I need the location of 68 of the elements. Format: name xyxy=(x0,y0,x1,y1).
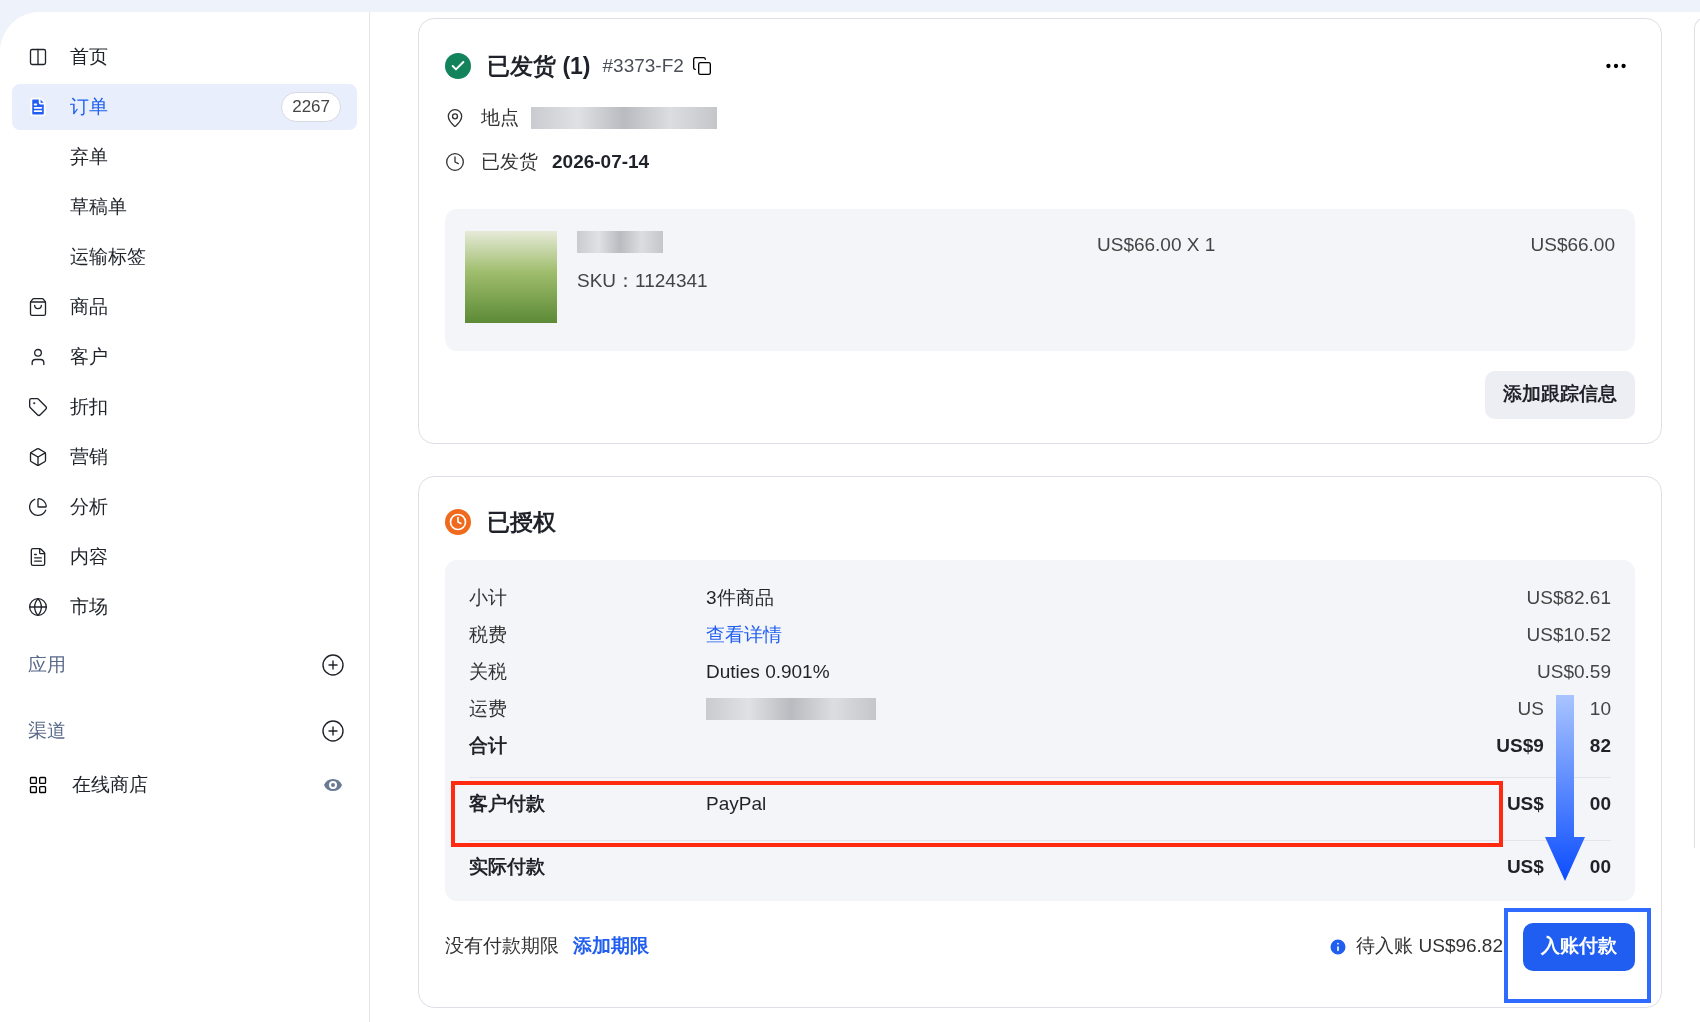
nav-item[interactable]: 分析 xyxy=(12,484,357,530)
nav-item[interactable]: 弃单 xyxy=(12,134,357,180)
details-link[interactable]: 查看详情 xyxy=(706,623,782,645)
add-icon[interactable] xyxy=(321,653,345,677)
bag-icon xyxy=(28,297,48,317)
row-label: 运费 xyxy=(469,696,508,721)
nav-item[interactable]: 折扣 xyxy=(12,384,357,430)
nav-item[interactable]: 营销 xyxy=(12,434,357,480)
add-tracking-button[interactable]: 添加跟踪信息 xyxy=(1485,370,1635,419)
row-label: 合计 xyxy=(469,733,508,758)
count-badge: 2267 xyxy=(281,92,341,122)
nav-item[interactable]: 运输标签 xyxy=(12,234,357,280)
status-title: 已发货 (1) xyxy=(487,52,591,81)
amount-text: US$ xyxy=(1506,854,1544,879)
amount-text: 82 xyxy=(1589,733,1611,758)
row-label: 税费 xyxy=(469,622,508,647)
row-detail: PayPal xyxy=(706,792,767,814)
globe-icon xyxy=(28,597,48,617)
info-icon xyxy=(1328,936,1349,957)
row-label: 实际付款 xyxy=(469,854,546,879)
line-total: US$66.00 xyxy=(1529,232,1615,257)
section-heading: 渠道 xyxy=(28,718,66,743)
nav-item[interactable]: 商品 xyxy=(12,284,357,330)
document-icon xyxy=(28,547,48,567)
capture-payment-button[interactable]: 入账付款 xyxy=(1523,922,1635,971)
amount-text: US xyxy=(1517,696,1544,721)
amount-text: US$82.61 xyxy=(1526,585,1611,610)
sku-text: SKU：1124341 xyxy=(577,268,709,293)
pending-amount: 待入账 US$96.82 xyxy=(1356,934,1503,959)
nav-item[interactable]: 内容 xyxy=(12,534,357,580)
clock-icon xyxy=(445,152,465,173)
nav-item[interactable]: 客户 xyxy=(12,334,357,380)
amount-text: 00 xyxy=(1589,854,1611,879)
row-detail: 3件商品 xyxy=(706,586,774,608)
order-reference: #3373-F2 xyxy=(602,54,684,78)
document-icon xyxy=(28,97,48,117)
section-heading: 应用 xyxy=(28,652,66,677)
row-label: 客户付款 xyxy=(469,791,546,816)
copy-icon[interactable] xyxy=(691,56,712,77)
nav-item[interactable]: 在线商店 xyxy=(72,770,321,800)
location-label: 地点 xyxy=(481,105,519,130)
nav-item[interactable]: 订单 2267 xyxy=(12,84,357,130)
amount-text: US$0.59 xyxy=(1537,659,1611,684)
shipped-label: 已发货 xyxy=(481,150,538,174)
row-label: 关税 xyxy=(469,659,508,684)
cube-icon xyxy=(28,447,48,467)
add-icon[interactable] xyxy=(321,719,345,743)
amount-text: 00 xyxy=(1589,791,1611,816)
pie-chart-icon xyxy=(28,497,48,517)
nav-item[interactable]: 市场 xyxy=(12,584,357,630)
amount-text: 10 xyxy=(1589,696,1611,721)
row-label: 小计 xyxy=(469,585,508,610)
tag-icon xyxy=(28,397,48,417)
status-title: 已授权 xyxy=(487,508,556,537)
location-pin-icon xyxy=(445,107,465,128)
amount-text: US$10.52 xyxy=(1526,622,1611,647)
nav-item[interactable]: 草稿单 xyxy=(12,184,357,230)
nav-item[interactable]: 首页 xyxy=(12,34,357,80)
add-term-link[interactable]: 添加期限 xyxy=(573,932,649,961)
amount-text: US$9 xyxy=(1496,733,1544,758)
row-detail: Duties 0.901% xyxy=(706,660,830,682)
clock-badge-icon xyxy=(445,509,471,536)
shipped-date: 2026-07-14 xyxy=(552,150,650,174)
amount-text: US$ xyxy=(1506,791,1544,816)
unit-price: US$66.00 X 1 xyxy=(1097,232,1217,257)
payment-term-note: 没有付款期限 xyxy=(445,934,559,959)
layout-icon xyxy=(28,47,48,67)
grid-icon xyxy=(28,775,48,795)
